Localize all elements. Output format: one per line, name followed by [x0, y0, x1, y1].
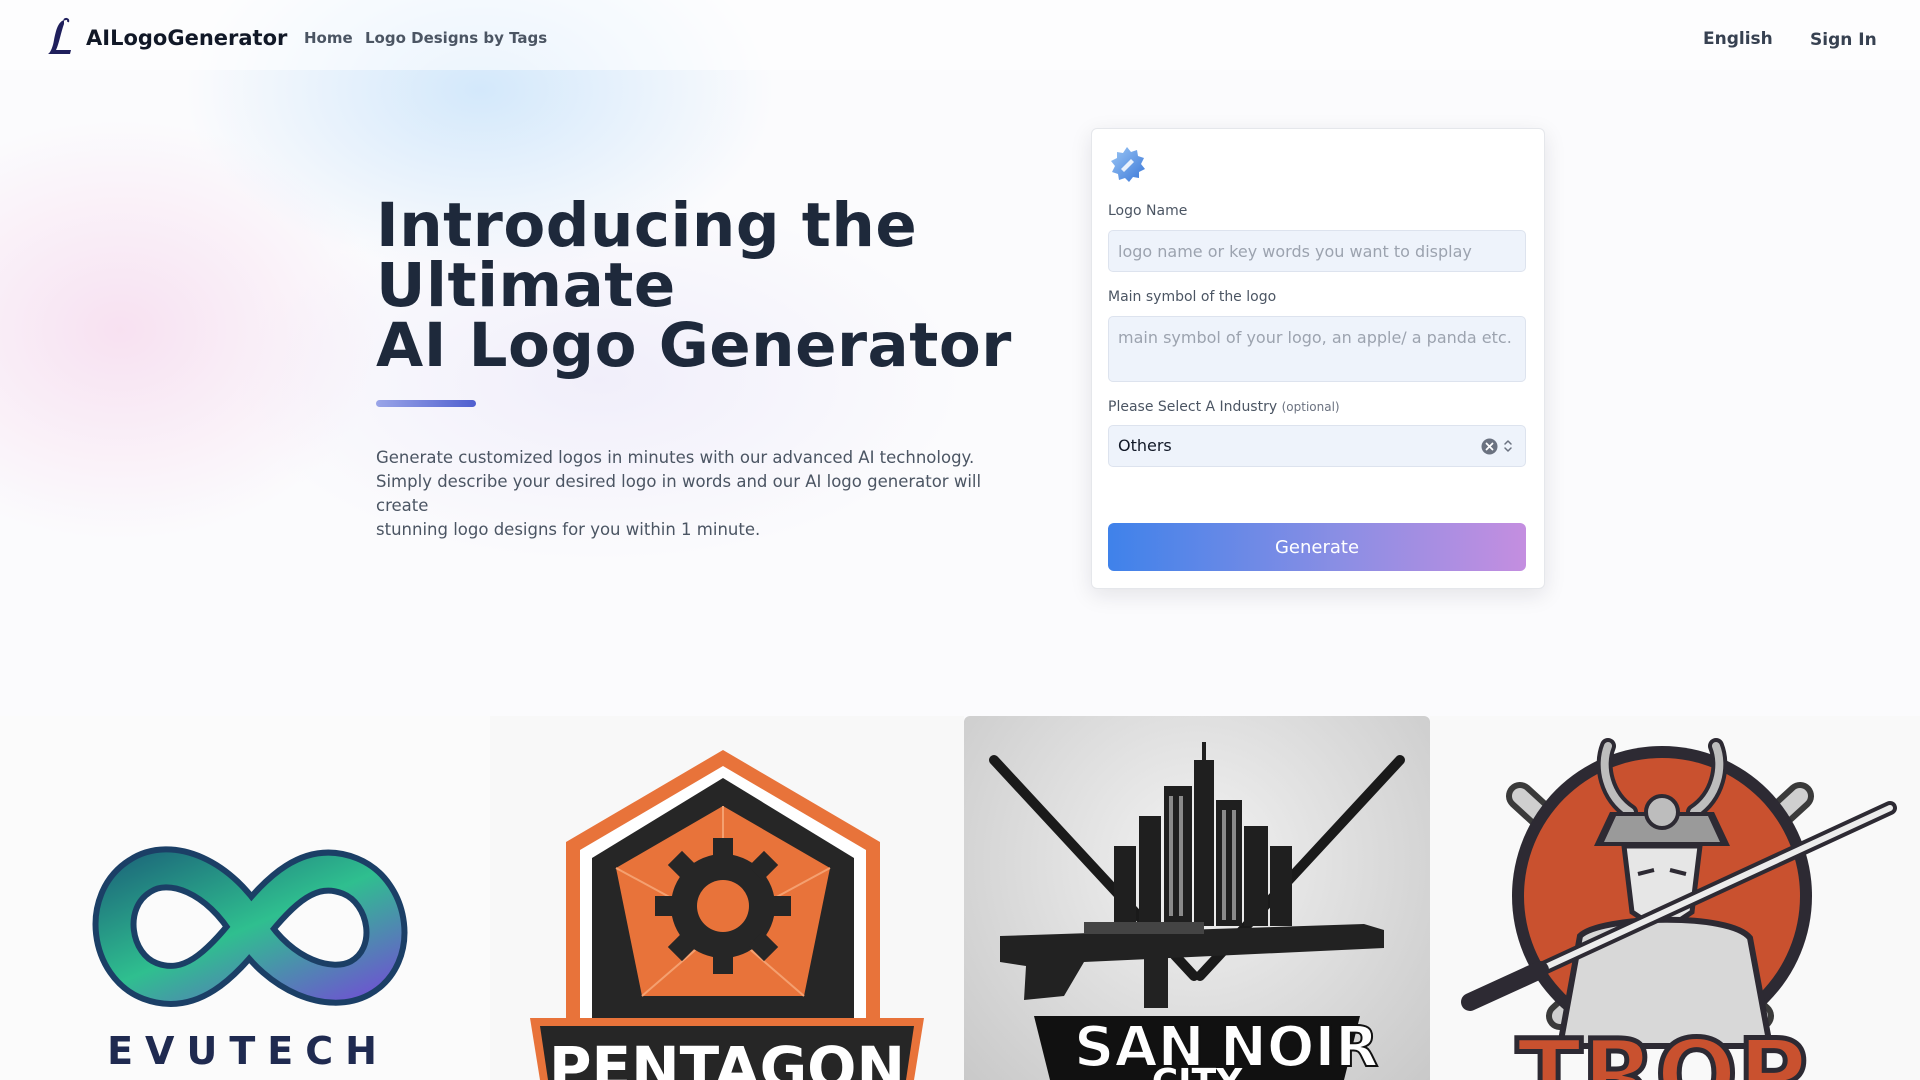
logo-text-evutech: EVUTECH	[107, 1029, 389, 1073]
logo-text-noir: NOIR	[1220, 1015, 1378, 1080]
gallery-logo-tile[interactable]: EVUTECH	[0, 716, 490, 1080]
logo-generator-form-card: Logo Name Main symbol of the logo Please…	[1091, 128, 1545, 589]
brand-logo-icon	[48, 17, 71, 54]
logo-text-pentagon: PENTAGON	[549, 1034, 905, 1080]
nav-logo-designs-by-tags-link[interactable]: Logo Designs by Tags	[365, 29, 547, 47]
industry-select[interactable]: Others	[1108, 425, 1526, 467]
hero-title-line: Introducing the	[376, 190, 918, 261]
magic-badge-icon	[1111, 147, 1145, 182]
industry-selected-value: Others	[1118, 436, 1172, 455]
optional-hint: (optional)	[1281, 400, 1340, 414]
hero-description-line: Generate customized logos in minutes wit…	[376, 448, 975, 467]
chevron-up-down-icon[interactable]	[1502, 437, 1514, 455]
industry-label: Please Select A Industry (optional)	[1108, 399, 1340, 415]
industry-label-text: Please Select A Industry	[1108, 399, 1278, 415]
language-selector[interactable]: English	[1703, 29, 1773, 49]
top-navigation-bar: AILogoGenerator Home Logo Designs by Tag…	[0, 0, 1920, 70]
logo-name-label: Logo Name	[1108, 203, 1188, 219]
logo-text-trop: TROP	[1516, 1019, 1807, 1080]
hero-title: Introducing the Ultimate AI Logo Generat…	[376, 190, 1012, 381]
hero-title-line: Ultimate	[376, 250, 676, 321]
hero-description-line: stunning logo designs for you within 1 m…	[376, 520, 761, 539]
gallery-logo-tile[interactable]: SAN NOIR CITY	[964, 716, 1430, 1080]
main-symbol-textarea[interactable]	[1108, 316, 1526, 382]
city-rifle-icon: SAN NOIR CITY	[989, 742, 1405, 1080]
gallery-logo-tile[interactable]: TROP	[1430, 716, 1920, 1080]
sign-in-button[interactable]: Sign In	[1810, 30, 1877, 50]
nav-home-link[interactable]: Home	[304, 29, 353, 47]
title-underline-accent	[376, 400, 476, 407]
clear-selection-icon[interactable]	[1481, 438, 1498, 455]
logo-name-input[interactable]	[1108, 230, 1526, 272]
samurai-icon: TROP	[1461, 738, 1897, 1080]
brand-name: AILogoGenerator	[86, 26, 288, 50]
hero-description: Generate customized logos in minutes wit…	[376, 446, 1036, 542]
gear-pentagon-icon: PENTAGON	[530, 750, 924, 1080]
logo-gallery: EVUTECH PENTAGON SAN NOIR TROP	[0, 716, 1920, 1080]
hero-description-line: Simply describe your desired logo in wor…	[376, 472, 982, 515]
hero-title-line: AI Logo Generator	[376, 310, 1012, 381]
brand-link[interactable]: AILogoGenerator	[44, 16, 287, 60]
generate-button[interactable]: Generate	[1108, 523, 1526, 571]
main-symbol-label: Main symbol of the logo	[1108, 289, 1277, 305]
infinity-icon: EVUTECH	[92, 846, 408, 1073]
gallery-logo-tile[interactable]: PENTAGON	[490, 716, 964, 1080]
logo-text-city: CITY	[1152, 1062, 1243, 1080]
